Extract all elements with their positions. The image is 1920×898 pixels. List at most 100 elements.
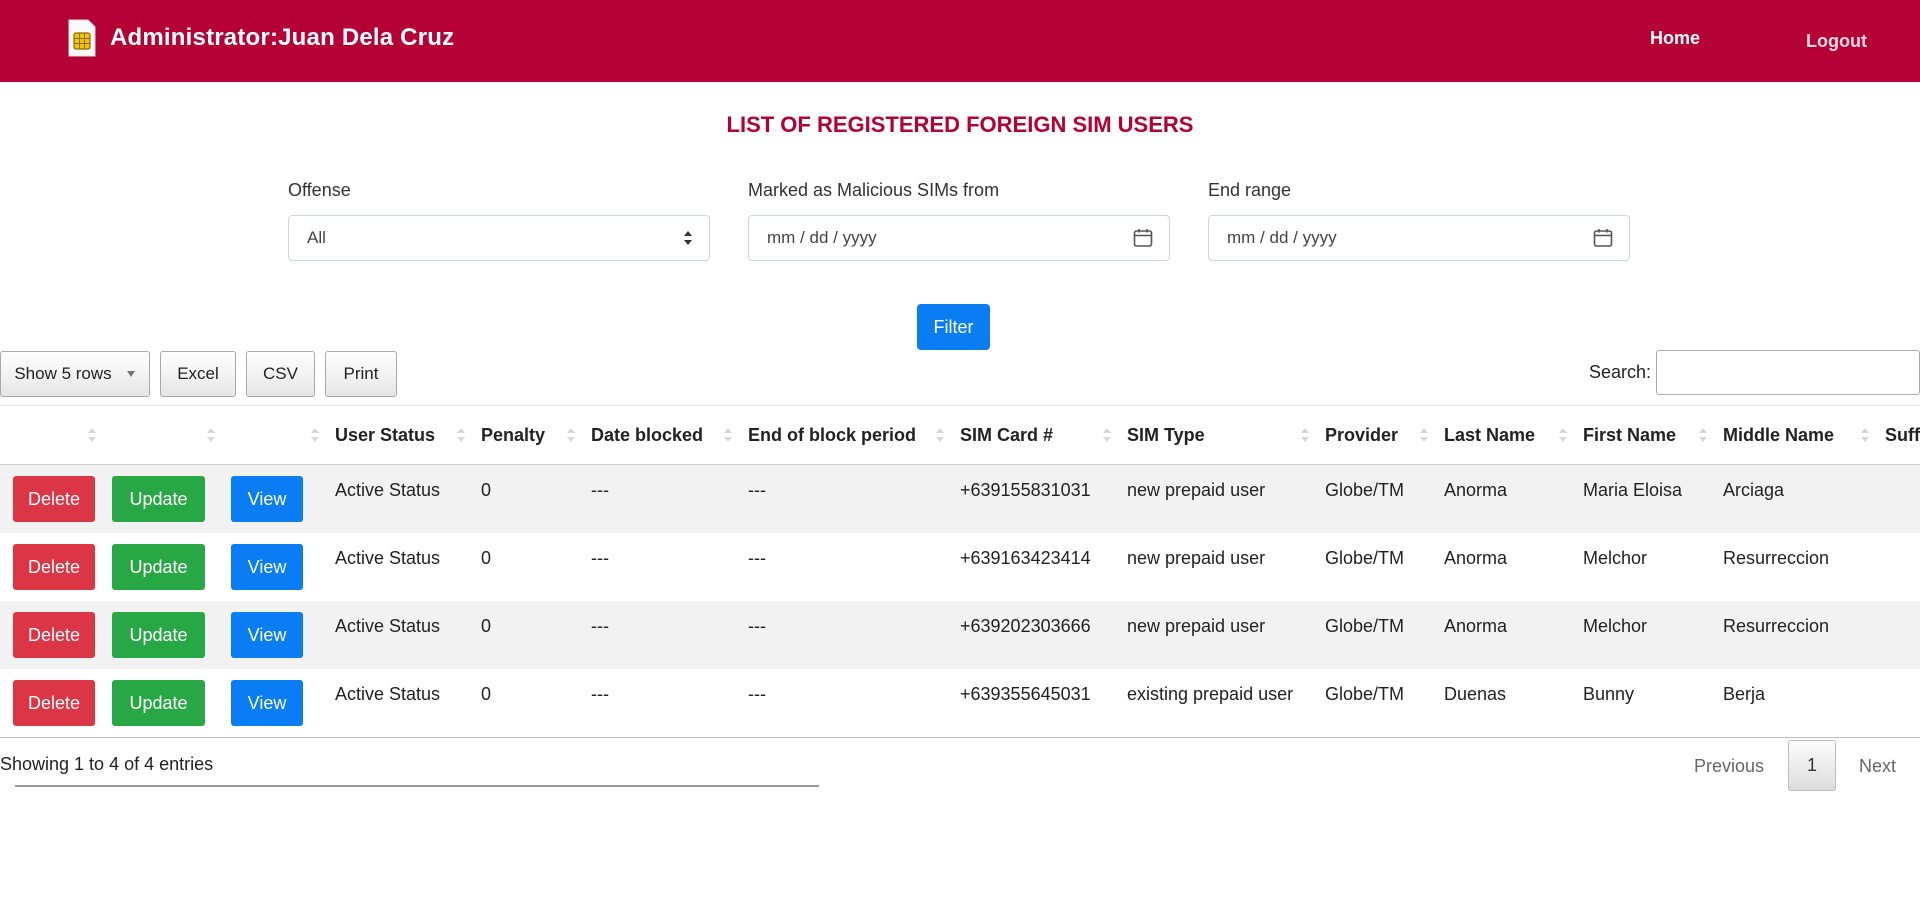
table-row: Delete Update View Active Status 0 --- --- +639… [0, 533, 1920, 601]
cell-end-block: --- [742, 601, 954, 669]
cell-middle: Resurreccion [1717, 533, 1879, 601]
end-range-date-input[interactable]: mm / dd / yyyy [1208, 215, 1630, 261]
column-header[interactable]: Suff [1879, 405, 1920, 465]
cell-last: Duenas [1438, 669, 1577, 738]
delete-button[interactable]: Delete [13, 476, 95, 522]
nav-home-link[interactable]: Home [1650, 28, 1700, 49]
column-header[interactable]: End of block period [742, 405, 954, 465]
end-range-label: End range [1208, 180, 1292, 200]
column-header-label: Suff [1885, 424, 1920, 445]
cell-provider: Globe/TM [1319, 601, 1438, 669]
malicious-from-date-input[interactable]: mm / dd / yyyy [748, 215, 1170, 261]
entries-info: Showing 1 to 4 of 4 entries [0, 754, 214, 774]
next-page-button[interactable]: Next [1859, 756, 1896, 777]
update-button[interactable]: Update [112, 612, 205, 658]
column-header-label: Middle Name [1723, 424, 1835, 445]
calendar-icon[interactable] [1133, 228, 1153, 248]
cell-date-blocked: --- [585, 601, 742, 669]
column-header[interactable]: Last Name [1438, 405, 1577, 465]
view-button[interactable]: View [231, 544, 303, 590]
column-header[interactable]: User Status [329, 405, 475, 465]
cell-type: new prepaid user [1121, 464, 1319, 533]
current-page-button[interactable]: 1 [1788, 740, 1836, 791]
sort-arrows-icon [1699, 428, 1707, 442]
cell-sim: +639163423414 [954, 533, 1121, 601]
column-header[interactable]: SIM Card # [954, 405, 1121, 465]
dropdown-caret-icon [126, 371, 135, 377]
update-button[interactable]: Update [112, 680, 205, 726]
cell-penalty: 0 [475, 669, 585, 738]
column-header-label: Provider [1325, 424, 1399, 445]
column-header[interactable]: First Name [1577, 405, 1717, 465]
cell-first: Maria Eloisa [1577, 464, 1717, 533]
excel-export-button[interactable]: Excel [160, 351, 236, 397]
sort-arrows-icon [724, 428, 732, 442]
search-input[interactable] [1656, 350, 1920, 395]
sort-arrows-icon [936, 428, 944, 442]
column-header-label: SIM Card # [960, 424, 1054, 445]
action-cell: View [225, 601, 329, 669]
print-button[interactable]: Print [325, 351, 397, 397]
cell-middle: Arciaga [1717, 464, 1879, 533]
sim-users-table: User Status Penalty Date blocked End of blo… [0, 405, 1920, 738]
action-cell: Delete [0, 601, 106, 669]
cell-sim: +639202303666 [954, 601, 1121, 669]
show-rows-button[interactable]: Show 5 rows [0, 351, 150, 397]
column-header-label: First Name [1583, 424, 1677, 445]
top-navbar: Administrator:Juan Dela Cruz Home Logout [0, 0, 1920, 82]
sort-arrows-icon [311, 428, 319, 442]
delete-button[interactable]: Delete [13, 544, 95, 590]
cell-sim: +639355645031 [954, 669, 1121, 738]
action-cell: View [225, 533, 329, 601]
sort-arrows-icon [457, 428, 465, 442]
action-cell: Delete [0, 533, 106, 601]
table-row: Delete Update View Active Status 0 --- --- +639… [0, 464, 1920, 533]
cell-middle: Berja [1717, 669, 1879, 738]
column-header-label: Date blocked [591, 424, 704, 445]
cell-first: Melchor [1577, 601, 1717, 669]
nav-logout-link[interactable]: Logout [1806, 31, 1867, 52]
column-header[interactable]: Middle Name [1717, 405, 1879, 465]
column-header[interactable]: Provider [1319, 405, 1438, 465]
cell-type: new prepaid user [1121, 601, 1319, 669]
cell-provider: Globe/TM [1319, 669, 1438, 738]
table-row: Delete Update View Active Status 0 --- --- +639… [0, 601, 1920, 669]
view-button[interactable]: View [231, 476, 303, 522]
sort-arrows-icon [567, 428, 575, 442]
action-cell: Delete [0, 464, 106, 533]
cell-date-blocked: --- [585, 669, 742, 738]
view-button[interactable]: View [231, 612, 303, 658]
cell-first: Bunny [1577, 669, 1717, 738]
offense-label: Offense [288, 180, 351, 200]
cell-last: Anorma [1438, 464, 1577, 533]
offense-select[interactable]: All [288, 215, 710, 261]
malicious-from-placeholder: mm / dd / yyyy [767, 228, 877, 247]
csv-export-button[interactable]: CSV [246, 351, 315, 397]
show-rows-label: Show 5 rows [14, 364, 112, 383]
update-button[interactable]: Update [112, 544, 205, 590]
column-header[interactable] [0, 405, 106, 465]
sort-arrows-icon [1861, 428, 1869, 442]
column-header[interactable] [225, 405, 329, 465]
horizontal-scrollbar[interactable] [15, 785, 819, 787]
delete-button[interactable]: Delete [13, 612, 95, 658]
column-header[interactable]: Penalty [475, 405, 585, 465]
action-cell: Update [106, 533, 225, 601]
cell-date-blocked: --- [585, 533, 742, 601]
column-header[interactable]: SIM Type [1121, 405, 1319, 465]
cell-last: Anorma [1438, 601, 1577, 669]
cell-middle: Resurreccion [1717, 601, 1879, 669]
view-button[interactable]: View [231, 680, 303, 726]
previous-page-button[interactable]: Previous [1694, 756, 1764, 777]
update-button[interactable]: Update [112, 476, 205, 522]
filter-button[interactable]: Filter [917, 304, 990, 350]
cell-suffix [1879, 601, 1920, 669]
sim-card-icon [68, 19, 96, 57]
column-header[interactable] [106, 405, 225, 465]
malicious-from-filter: Marked as Malicious SIMs from mm / dd / … [748, 180, 1170, 261]
delete-button[interactable]: Delete [13, 680, 95, 726]
cell-last: Anorma [1438, 533, 1577, 601]
calendar-icon[interactable] [1593, 228, 1613, 248]
sim-users-table-container: User Status Penalty Date blocked End of blo… [0, 405, 1920, 738]
column-header[interactable]: Date blocked [585, 405, 742, 465]
